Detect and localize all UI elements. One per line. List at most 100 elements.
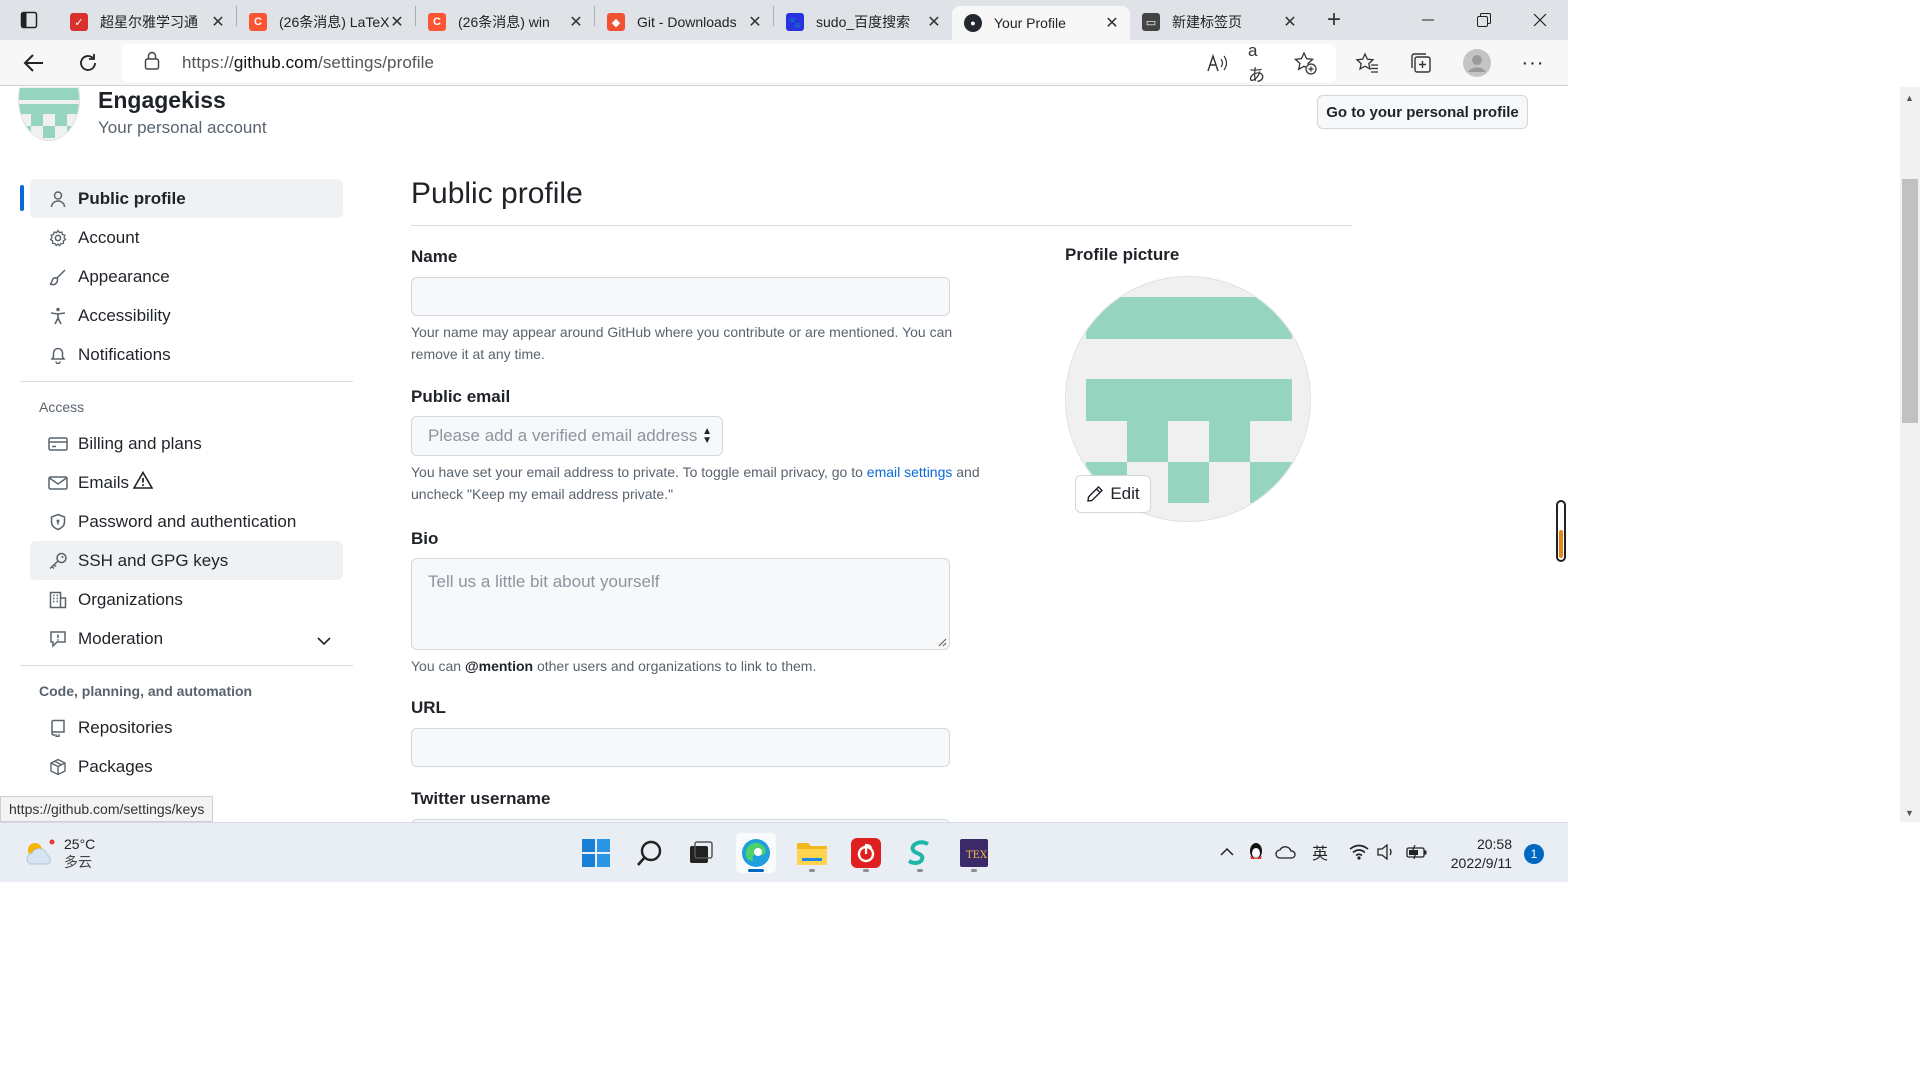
sidebar-item-moderation[interactable]: Moderation [30,619,343,658]
restore-button[interactable] [1456,0,1512,40]
close-tab-icon[interactable]: ✕ [747,12,763,32]
sidebar-item-password-and-authentication[interactable]: Password and authentication [30,502,343,541]
close-tab-icon[interactable]: ✕ [926,12,942,32]
taskbar-edge[interactable] [736,833,776,873]
bell-icon [48,345,68,365]
url-input[interactable] [411,728,950,767]
sidebar-item-account[interactable]: Account [30,218,343,257]
sidebar-item-packages[interactable]: Packages [30,747,343,786]
resize-grip-icon[interactable] [937,637,947,647]
gear-icon [48,228,68,248]
browser-toolbar: https://github.com/settings/profile aあ ·… [0,40,1568,86]
sidebar-item-billing-and-plans[interactable]: Billing and plans [30,424,343,463]
browser-tab[interactable]: ● Your Profile ✕ [952,6,1130,40]
sidebar-item-notifications[interactable]: Notifications [30,335,343,374]
tab-actions-button[interactable] [0,0,58,40]
sidebar-item-repositories[interactable]: Repositories [30,708,343,747]
close-tab-icon[interactable]: ✕ [568,12,584,32]
browser-tab[interactable]: 🐾 sudo_百度搜索 ✕ [774,6,952,38]
name-input[interactable] [411,277,950,316]
minimize-button[interactable] [1400,0,1456,40]
address-bar[interactable]: https://github.com/settings/profile [122,44,1336,82]
edit-avatar-button[interactable]: Edit [1075,475,1151,513]
more-horizontal-icon: ··· [1521,51,1545,74]
read-aloud-button[interactable] [1204,50,1230,76]
notification-badge[interactable]: 1 [1524,844,1544,864]
collections-button[interactable] [1408,50,1434,76]
taskbar-netease-music[interactable] [846,833,886,873]
tab-favicon-icon: 🐾 [786,13,804,31]
tray-onedrive[interactable] [1275,841,1297,863]
settings-menu-button[interactable]: ··· [1520,50,1546,76]
sidebar-item-public-profile[interactable]: Public profile [20,179,343,218]
public-email-select[interactable]: Please add a verified email address ▲ ▼ [411,416,723,456]
start-button[interactable] [576,833,616,873]
close-icon [1533,13,1547,27]
sidebar-heading-code: Code, planning, and automation [39,683,253,699]
browser-tab[interactable]: C (26条消息) win ✕ [416,6,594,38]
tray-wifi[interactable] [1348,841,1370,863]
email-settings-link[interactable]: email settings [867,464,953,480]
url-text[interactable]: https://github.com/settings/profile [182,53,434,73]
browser-tab[interactable]: C (26条消息) LaTeX ✕ [237,6,415,38]
ime-indicator[interactable]: 英 [1309,841,1331,863]
tab-favicon-icon: ▭ [1142,13,1160,31]
tab-favicon-icon: ◆ [607,13,625,31]
tray-qq[interactable] [1245,841,1267,863]
sidebar-item-appearance[interactable]: Appearance [30,257,343,296]
go-to-profile-button[interactable]: Go to your personal profile [1317,95,1528,129]
browser-tab[interactable]: ▭ 新建标签页 ✕ [1130,6,1308,38]
collections-icon [1411,53,1431,73]
taskbar-app-s[interactable] [900,833,940,873]
sidebar-item-emails[interactable]: Emails [30,463,343,502]
favorites-button[interactable] [1354,50,1380,76]
close-tab-icon[interactable]: ✕ [210,12,226,32]
organization-icon [48,590,68,610]
browser-tab[interactable]: ◆ Git - Downloads ✕ [595,6,773,38]
scroll-down-icon[interactable]: ▼ [1905,808,1914,818]
browser-tab[interactable]: ✓ 超星尔雅学习通 ✕ [58,6,236,38]
qq-penguin-icon [1250,843,1262,859]
taskbar-file-explorer[interactable] [792,833,832,873]
sidebar-item-label: Appearance [78,266,170,286]
account-name[interactable]: Engagekiss [98,87,226,114]
package-icon [48,757,68,777]
close-tab-icon[interactable]: ✕ [1104,13,1120,33]
close-tab-icon[interactable]: ✕ [389,12,405,32]
tray-battery[interactable] [1406,841,1428,863]
bio-textarea[interactable]: Tell us a little bit about yourself [411,558,950,650]
wifi-icon [1349,844,1369,860]
show-hidden-icons-button[interactable] [1216,841,1238,863]
account-avatar[interactable] [18,87,80,141]
back-button[interactable] [19,48,49,78]
star-add-icon [1293,51,1317,75]
refresh-button[interactable] [73,48,103,78]
sidebar-item-ssh-and-gpg-keys[interactable]: SSH and GPG keys [30,541,343,580]
scroll-up-icon[interactable]: ▲ [1905,93,1914,103]
page-scrollbar[interactable]: ▲ ▼ [1900,87,1920,822]
system-clock[interactable]: 20:58 2022/9/11 [1444,835,1512,873]
profile-button[interactable] [1462,48,1492,78]
translate-button[interactable]: aあ [1248,41,1274,85]
svg-text:TEX: TEX [966,850,988,861]
tab-title: Git - Downloads [637,14,737,30]
tab-title: (26条消息) LaTeX [279,14,389,30]
new-tab-button[interactable]: + [1314,6,1354,34]
close-window-button[interactable] [1512,0,1568,40]
sidebar-item-organizations[interactable]: Organizations [30,580,343,619]
chevron-down-icon[interactable] [317,631,331,651]
tray-volume[interactable] [1376,841,1398,863]
read-aloud-icon [1207,53,1228,72]
close-tab-icon[interactable]: ✕ [1282,12,1298,32]
taskbar-texstudio[interactable]: TEX [954,833,994,873]
sidebar-item-accessibility[interactable]: Accessibility [30,296,343,335]
sidebar-item-label: Billing and plans [78,433,202,453]
chevron-up-icon [1220,847,1234,856]
weather-widget[interactable]: 25°C 多云 [22,835,95,871]
search-button[interactable] [630,833,670,873]
scrollbar-thumb[interactable] [1902,179,1918,423]
translate-icon: aあ [1248,40,1265,85]
add-favorite-button[interactable] [1292,50,1318,76]
bio-label: Bio [411,529,439,548]
task-view-button[interactable] [681,833,721,873]
